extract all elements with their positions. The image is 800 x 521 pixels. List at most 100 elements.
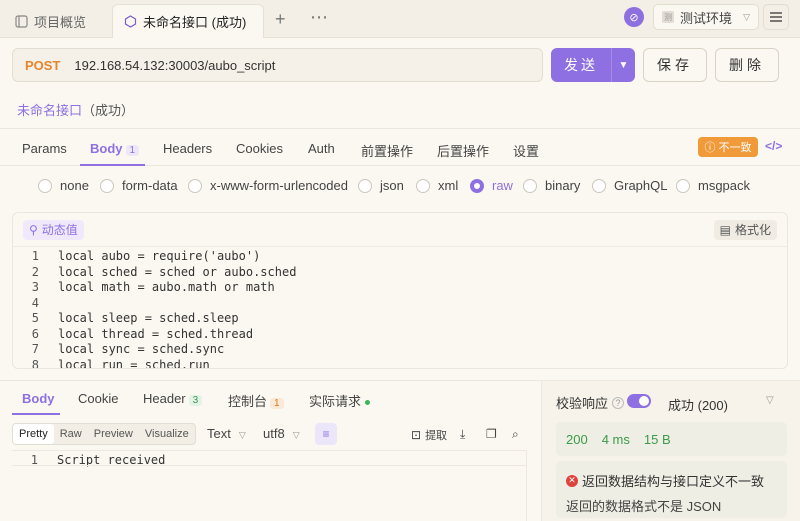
response-time: 4 ms bbox=[601, 431, 630, 447]
tab-post-ops[interactable]: 后置操作 bbox=[437, 141, 489, 160]
copy-icon[interactable]: ❐ bbox=[486, 427, 497, 441]
download-icon[interactable]: ⤓ bbox=[460, 427, 465, 442]
view-raw[interactable]: Raw bbox=[54, 424, 88, 444]
code-line: 3 local math = aubo.math or math bbox=[13, 280, 787, 296]
env-sync-icon[interactable]: ⊘ bbox=[624, 7, 644, 27]
error-title: 返回数据结构与接口定义不一致 bbox=[582, 474, 765, 489]
validate-label: 校验响应 bbox=[556, 396, 609, 411]
search-icon[interactable]: ⌕ bbox=[512, 427, 519, 442]
radio-label: form-data bbox=[122, 178, 178, 193]
radio-label: none bbox=[60, 178, 89, 193]
tab-project-overview[interactable]: 项目概览 bbox=[4, 4, 96, 38]
radio-graphql[interactable]: GraphQL bbox=[592, 178, 667, 193]
tab-auth[interactable]: Auth bbox=[308, 141, 335, 156]
url-text[interactable]: 192.168.54.132:30003/aubo_script bbox=[74, 58, 275, 73]
format-select[interactable]: Text ▽ bbox=[207, 426, 246, 441]
format-value: Text bbox=[207, 426, 231, 441]
save-button[interactable]: 保存 bbox=[643, 48, 707, 82]
method-select[interactable]: POST bbox=[25, 58, 60, 73]
response-body[interactable]: 1 Script received bbox=[12, 450, 527, 521]
radio-raw[interactable]: raw bbox=[470, 178, 513, 193]
dynamic-value-label: 动态值 bbox=[41, 223, 78, 237]
line-number: 6 bbox=[31, 326, 39, 341]
line-number: 5 bbox=[31, 311, 39, 325]
line-number: 3 bbox=[31, 280, 39, 294]
format-icon: ▤ bbox=[719, 222, 731, 237]
view-pretty[interactable]: Pretty bbox=[13, 424, 54, 444]
chevron-down-icon[interactable]: ▼ bbox=[611, 48, 635, 82]
menu-icon[interactable] bbox=[763, 4, 789, 30]
extract-label: 提取 bbox=[425, 430, 448, 442]
radio-dot bbox=[592, 178, 606, 193]
radio-dot bbox=[100, 178, 114, 193]
project-icon bbox=[14, 14, 28, 28]
scrollbar[interactable] bbox=[526, 451, 538, 521]
code-text: local sleep = sched.sleep bbox=[58, 311, 239, 325]
radio-urlencoded[interactable]: x-www-form-urlencoded bbox=[188, 178, 348, 193]
line-number: 7 bbox=[31, 342, 39, 356]
header-count: 3 bbox=[188, 395, 203, 406]
encoding-select[interactable]: utf8 ▽ bbox=[263, 426, 300, 441]
request-tabs: Params Body 1 Headers Cookies Auth 前置操作 后… bbox=[0, 128, 800, 166]
view-visualize[interactable]: Visualize bbox=[139, 424, 195, 444]
code-text: local sync = sched.sync bbox=[58, 342, 225, 356]
radio-json[interactable]: json bbox=[358, 178, 404, 193]
tab-cookies[interactable]: Cookies bbox=[236, 141, 283, 156]
dynamic-value-button[interactable]: ⚲ 动态值 bbox=[23, 219, 84, 240]
tab-params[interactable]: Params bbox=[22, 141, 67, 156]
mismatch-badge[interactable]: ⓘ 不一致 bbox=[698, 137, 758, 157]
code-line: 8 local run = sched.run bbox=[13, 358, 787, 369]
more-icon[interactable]: ⋯ bbox=[310, 7, 328, 28]
radio-label: xml bbox=[438, 178, 459, 193]
resp-tab-header[interactable]: Header 3 bbox=[143, 391, 203, 406]
radio-binary[interactable]: binary bbox=[523, 178, 580, 193]
radio-dot bbox=[676, 178, 690, 193]
encoding-value: utf8 bbox=[263, 426, 285, 441]
chevron-down-icon: ▽ bbox=[292, 430, 300, 440]
tab-untitled-api[interactable]: 未命名接口 (成功) bbox=[112, 4, 264, 38]
url-input[interactable]: POST 192.168.54.132:30003/aubo_script bbox=[12, 48, 543, 82]
extract-button[interactable]: ⊡ 提取 bbox=[411, 427, 447, 443]
validation-panel: 校验响应 ? 成功 (200) ▽ 200 4 ms 15 B ✕ 返回数据结构… bbox=[541, 380, 800, 521]
error-title-row: ✕ 返回数据结构与接口定义不一致 bbox=[566, 471, 764, 490]
radio-form-data[interactable]: form-data bbox=[100, 178, 178, 193]
resp-tab-body[interactable]: Body bbox=[22, 391, 55, 406]
format-button[interactable]: ▤ 格式化 bbox=[713, 219, 777, 240]
api-title[interactable]: 未命名接口（成功） bbox=[17, 100, 134, 119]
resp-tab-console-label: 控制台 bbox=[228, 394, 268, 409]
validate-toggle[interactable] bbox=[627, 394, 651, 408]
add-tab-icon[interactable]: + bbox=[275, 9, 286, 30]
tab-pre-ops[interactable]: 前置操作 bbox=[361, 141, 413, 160]
env-select[interactable]: 测 测试环境 ▽ bbox=[653, 4, 759, 30]
validation-status[interactable]: 成功 (200) bbox=[668, 395, 728, 414]
resp-tab-cookie[interactable]: Cookie bbox=[78, 391, 118, 406]
delete-button[interactable]: 删除 bbox=[715, 48, 779, 82]
radio-msgpack[interactable]: msgpack bbox=[676, 178, 750, 193]
error-icon: ✕ bbox=[566, 474, 578, 487]
radio-dot bbox=[416, 178, 430, 193]
radio-dot bbox=[188, 178, 202, 193]
resp-tab-actual-request[interactable]: 实际请求 bbox=[309, 391, 371, 410]
body-editor[interactable]: ⚲ 动态值 ▤ 格式化 1 local aubo = require('aubo'… bbox=[12, 212, 788, 369]
code-view-icon[interactable]: </> bbox=[765, 139, 782, 153]
help-icon[interactable]: ? bbox=[612, 396, 625, 409]
code-area[interactable]: 1 local aubo = require('aubo') 2 local sch… bbox=[13, 247, 787, 369]
wrap-lines-icon[interactable]: ≡ bbox=[315, 423, 337, 445]
tab-body[interactable]: Body 1 bbox=[90, 141, 140, 156]
radio-xml[interactable]: xml bbox=[416, 178, 458, 193]
line-number: 1 bbox=[30, 453, 38, 467]
env-square-icon: 测 bbox=[662, 11, 674, 23]
line-number: 1 bbox=[31, 249, 39, 263]
send-button[interactable]: 发送 ▼ bbox=[551, 48, 635, 82]
resp-tab-console[interactable]: 控制台 1 bbox=[228, 391, 284, 410]
line-number: 2 bbox=[31, 264, 39, 279]
tab-label: 项目概览 bbox=[34, 14, 87, 30]
tab-headers[interactable]: Headers bbox=[163, 141, 212, 156]
view-preview[interactable]: Preview bbox=[88, 424, 139, 444]
tab-body-label: Body bbox=[90, 141, 123, 156]
tab-label: 未命名接口 (成功) bbox=[143, 15, 247, 30]
chevron-down-icon[interactable]: ▽ bbox=[766, 395, 774, 406]
radio-none[interactable]: none bbox=[38, 178, 89, 193]
code-line: 2 local sched = sched or aubo.sched bbox=[13, 265, 787, 281]
tab-settings[interactable]: 设置 bbox=[513, 141, 539, 160]
